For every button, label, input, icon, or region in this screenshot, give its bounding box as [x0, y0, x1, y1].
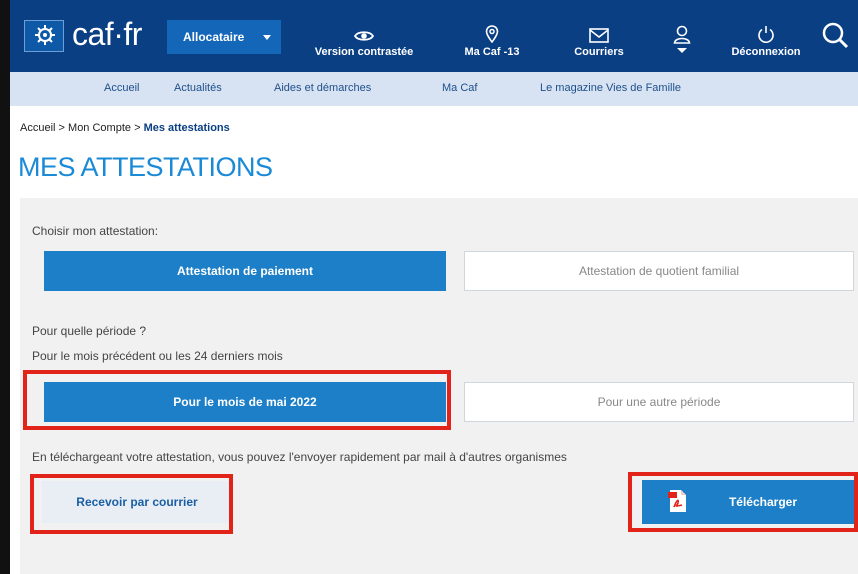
user-icon [673, 25, 691, 53]
search-button[interactable] [820, 20, 854, 54]
eye-icon [354, 31, 374, 41]
ma-caf-button[interactable]: Ma Caf -13 [454, 16, 530, 58]
subnav-link-actualites[interactable]: Actualités [174, 82, 222, 94]
subnav-link-ma-caf[interactable]: Ma Caf [442, 82, 477, 94]
search-icon [822, 22, 849, 49]
caf-logo-icon[interactable] [24, 20, 64, 52]
highlight-box-period [23, 370, 451, 430]
attestation-paiement-button[interactable]: Attestation de paiement [44, 251, 446, 291]
contrast-version-button[interactable]: Version contrastée [306, 16, 422, 58]
map-pin-icon [485, 25, 499, 43]
logout-button[interactable]: Déconnexion [726, 16, 806, 58]
choose-attestation-label: Choisir mon attestation: [32, 224, 159, 238]
page-title: MES ATTESTATIONS [18, 152, 273, 182]
top-header: caf·fr Allocataire Version contrastée Ma… [10, 0, 858, 72]
period-question-label: Pour quelle période ? [32, 324, 147, 338]
caf-logo-text[interactable]: caf·fr [72, 16, 142, 53]
logout-label: Déconnexion [731, 46, 801, 58]
ma-caf-label: Ma Caf -13 [464, 46, 520, 58]
subnav-link-aides-demarches[interactable]: Aides et démarches [274, 82, 371, 94]
breadcrumb-current: Mes attestations [143, 122, 230, 134]
subnav-link-magazine[interactable]: Le magazine Vies de Famille [540, 82, 681, 94]
period-hint-label: Pour le mois précédent ou les 24 dernier… [32, 349, 283, 363]
mail-icon [589, 28, 609, 43]
role-select-value: Allocataire [183, 30, 245, 44]
attestation-quotient-familial-button[interactable]: Attestation de quotient familial [464, 251, 854, 291]
period-other-button[interactable]: Pour une autre période [464, 382, 854, 422]
highlight-box-mail [30, 474, 233, 534]
window-edge [0, 0, 10, 574]
courriers-button[interactable]: Courriers [564, 16, 634, 58]
highlight-box-download [628, 472, 858, 532]
breadcrumb-separator: > [134, 122, 141, 134]
chevron-down-icon [263, 34, 271, 40]
courriers-label: Courriers [574, 46, 624, 58]
secondary-nav: Accueil Actualités Aides et démarches Ma… [10, 72, 858, 106]
power-icon [758, 26, 774, 43]
role-select[interactable]: Allocataire [167, 20, 281, 54]
breadcrumb: Accueil > Mon Compte > Mes attestations [20, 122, 230, 134]
info-text: En téléchargeant votre attestation, vous… [32, 450, 567, 464]
breadcrumb-separator: > [58, 122, 65, 134]
subnav-link-accueil[interactable]: Accueil [104, 82, 139, 94]
breadcrumb-home[interactable]: Accueil [20, 122, 55, 134]
caf-app: caf·fr Allocataire Version contrastée Ma… [10, 0, 858, 574]
breadcrumb-parent[interactable]: Mon Compte [68, 122, 131, 134]
contrast-version-label: Version contrastée [314, 46, 414, 58]
account-menu-button[interactable] [662, 16, 702, 58]
